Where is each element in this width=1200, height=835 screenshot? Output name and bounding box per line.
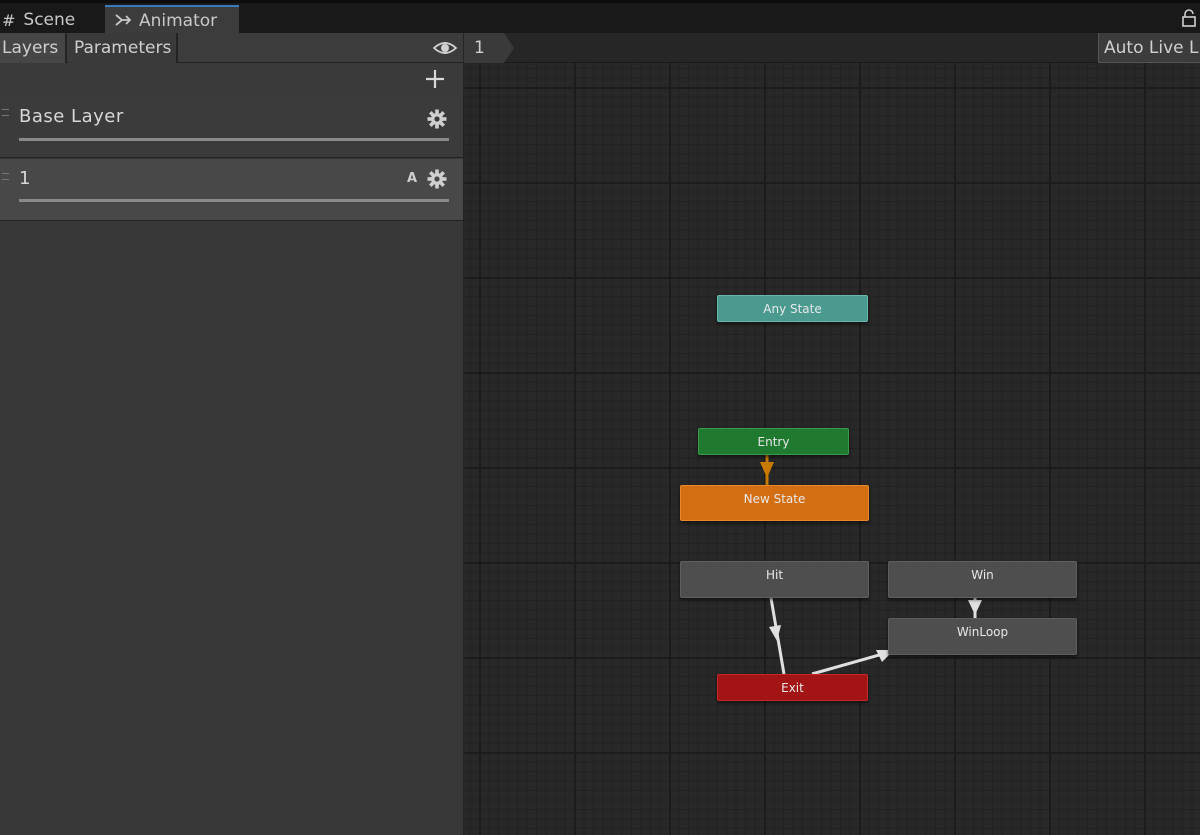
layers-toolbar: Layers Parameters bbox=[0, 33, 463, 63]
breadcrumb-label: 1 bbox=[474, 38, 485, 58]
layer-item-1[interactable]: 1 A bbox=[0, 159, 463, 221]
tab-layers[interactable]: Layers bbox=[0, 33, 67, 63]
layer-weight-slider[interactable] bbox=[19, 138, 449, 141]
state-label: New State bbox=[743, 492, 806, 506]
tab-scene-label: Scene bbox=[23, 10, 76, 30]
gear-icon[interactable] bbox=[427, 109, 447, 129]
add-layer-button[interactable] bbox=[424, 68, 446, 90]
drag-handle-icon[interactable] bbox=[2, 173, 9, 180]
state-label: Hit bbox=[765, 568, 784, 582]
state-label: WinLoop bbox=[956, 625, 1009, 639]
tab-scene[interactable]: # Scene bbox=[0, 5, 103, 35]
auto-live-link-button[interactable]: Auto Live L bbox=[1098, 33, 1200, 63]
state-node-any-state[interactable]: Any State bbox=[717, 295, 868, 322]
breadcrumb-arrow bbox=[504, 33, 514, 63]
state-label: Entry bbox=[757, 435, 790, 449]
layers-panel: Layers Parameters Base Layer 1 A bbox=[0, 33, 464, 835]
graph-toolbar: 1 Auto Live L bbox=[464, 33, 1200, 63]
eye-icon[interactable] bbox=[432, 39, 458, 57]
tab-parameters[interactable]: Parameters bbox=[68, 33, 178, 63]
drag-handle-icon[interactable] bbox=[2, 109, 9, 116]
layer-name: Base Layer bbox=[19, 106, 124, 127]
state-label: Win bbox=[971, 568, 994, 582]
add-layer-row bbox=[0, 63, 463, 96]
state-node-entry[interactable]: Entry bbox=[698, 428, 849, 455]
state-label: Any State bbox=[763, 302, 822, 316]
animator-icon bbox=[115, 12, 132, 31]
plus-icon bbox=[426, 70, 444, 88]
state-label: Exit bbox=[781, 681, 804, 695]
editor-tab-bar: # Scene Animator bbox=[0, 0, 1200, 35]
tab-animator-label: Animator bbox=[139, 11, 218, 31]
tab-parameters-label: Parameters bbox=[74, 38, 172, 58]
breadcrumb[interactable]: 1 bbox=[464, 33, 504, 63]
state-node-exit[interactable]: Exit bbox=[717, 674, 868, 701]
tab-layers-label: Layers bbox=[2, 38, 59, 58]
layer-name: 1 bbox=[19, 168, 31, 189]
additive-badge: A bbox=[407, 171, 418, 186]
layer-item-base-layer[interactable]: Base Layer bbox=[0, 95, 463, 158]
auto-live-link-label: Auto Live L bbox=[1104, 37, 1199, 58]
state-node-win[interactable]: Win bbox=[888, 561, 1077, 598]
layer-weight-slider[interactable] bbox=[19, 199, 449, 202]
grid-icon: # bbox=[2, 10, 16, 30]
state-node-hit[interactable]: Hit bbox=[680, 561, 869, 598]
gear-icon[interactable] bbox=[427, 169, 447, 189]
lock-icon[interactable] bbox=[1182, 9, 1196, 27]
tab-animator[interactable]: Animator bbox=[105, 5, 239, 35]
state-node-winloop[interactable]: WinLoop bbox=[888, 618, 1077, 655]
state-node-new-state[interactable]: New State bbox=[680, 485, 869, 521]
